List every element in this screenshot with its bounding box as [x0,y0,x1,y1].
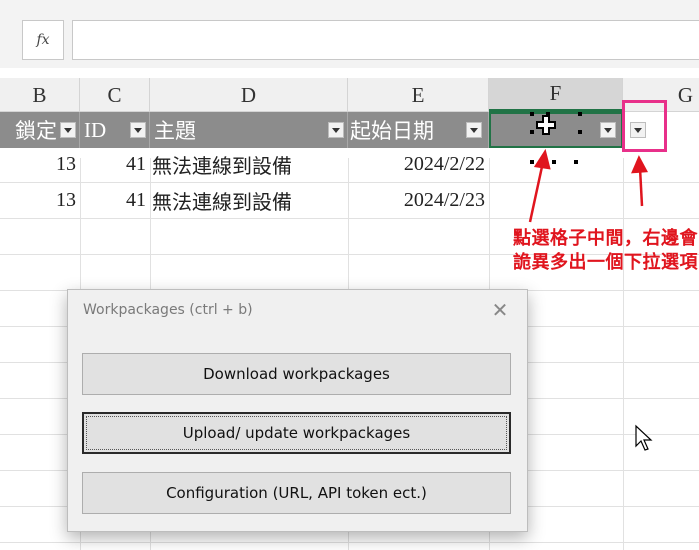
filter-dropdown-b[interactable] [60,122,76,138]
cell-b2[interactable]: 13 [0,150,80,178]
upload-workpackages-button[interactable]: Upload/ update workpackages [82,412,511,454]
annotation-line-2: 詭異多出一個下拉選項 [513,252,698,273]
cell-d2[interactable]: 無法連線到設備 [152,150,348,178]
column-header-c[interactable]: C [80,78,150,112]
cell-c2[interactable]: 41 [80,150,150,178]
dialog-title: Workpackages (ctrl + b) [83,302,253,318]
filter-dropdown-f[interactable] [600,122,616,138]
column-header-b[interactable]: B [0,78,80,112]
configuration-button[interactable]: Configuration (URL, API token ect.) [82,472,511,514]
close-icon[interactable]: ✕ [488,297,512,323]
table-header-b-label: 鎖定 [15,119,57,143]
table-header-d-label: 主題 [154,119,196,143]
column-header-e[interactable]: E [348,78,489,112]
annotation-line-1: 點選格子中間，右邊會 [513,228,698,249]
cell-e3[interactable]: 2024/2/23 [348,186,489,214]
annotation-note: 點選格子中間，右邊會 詭異多出一個下拉選項 [426,227,698,275]
table-header-e-label: 起始日期 [350,119,434,143]
annotation-arrows [528,148,649,223]
grid-line [0,542,699,543]
mouse-pointer-icon [635,424,653,451]
filter-dropdown-c[interactable] [130,122,146,138]
cell-e2[interactable]: 2024/2/22 [348,150,489,178]
filter-dropdown-d[interactable] [328,122,344,138]
highlight-box [622,100,667,152]
cell-c3[interactable]: 41 [80,186,150,214]
fx-icon: fx [36,32,50,48]
filter-dropdown-e[interactable] [466,122,482,138]
formula-input[interactable] [72,20,699,60]
cell-d3[interactable]: 無法連線到設備 [152,186,348,214]
insert-function-button[interactable]: fx [22,20,64,60]
column-header-d[interactable]: D [150,78,348,112]
table-header-c-label: ID [84,117,107,142]
download-workpackages-button[interactable]: Download workpackages [82,353,511,395]
cell-b3[interactable]: 13 [0,186,80,214]
table-header-d[interactable]: 主題 [150,112,348,148]
